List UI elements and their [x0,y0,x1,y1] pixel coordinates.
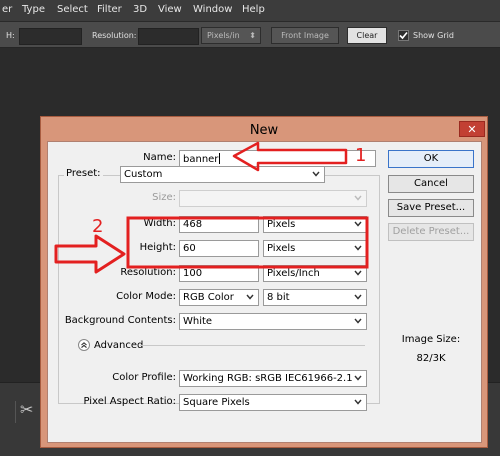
front-image-button[interactable]: Front Image [271,27,339,44]
preset-label: Preset: [64,168,103,179]
step-2-label: 2 [92,216,104,237]
color-profile-value: Working RGB: sRGB IEC61966-2.1 [183,373,353,384]
show-grid-label: Show Grid [413,31,454,40]
chevron-down-icon [354,245,362,251]
menu-window[interactable]: Window [193,4,232,15]
menu-view[interactable]: View [158,4,182,15]
name-label: Name: [143,152,176,163]
options-bar: H: Resolution: Pixels/in ⬍ Front Image C… [0,21,500,48]
resolution-label: Resolution: [120,267,176,278]
chevron-down-icon [354,270,362,276]
color-mode-select[interactable]: RGB Color [179,289,259,306]
menu-type[interactable]: Type [22,4,45,15]
color-mode-value: RGB Color [183,292,234,303]
delete-preset-button[interactable]: Delete Preset... [388,223,474,241]
bit-depth-select[interactable]: 8 bit [263,289,367,306]
color-profile-select[interactable]: Working RGB: sRGB IEC61966-2.1 [179,370,367,387]
image-size-label: Image Size: [401,334,461,345]
color-mode-label: Color Mode: [116,291,176,302]
cancel-button[interactable]: Cancel [388,175,474,193]
text-cursor [219,153,221,164]
width-value: 468 [183,219,203,230]
show-grid-checkbox[interactable] [398,30,409,41]
chevron-down-icon [246,294,254,300]
menu-help[interactable]: Help [242,4,265,15]
chevron-down-icon [354,195,362,201]
check-icon [399,31,408,40]
bit-depth-value: 8 bit [267,292,290,303]
resolution-field[interactable] [138,28,199,45]
chevron-down-icon [354,221,362,227]
advanced-divider [140,345,365,346]
background-contents-select[interactable]: White [179,313,367,330]
width-unit-select[interactable]: Pixels [263,216,367,233]
step-1-label: 1 [355,145,367,166]
menu-layer[interactable]: er [2,4,12,15]
advanced-label: Advanced [94,340,144,351]
background-contents-label: Background Contents: [64,315,176,326]
chevron-down-icon: ⬍ [249,31,256,40]
height-label: Height: [139,242,176,253]
menu-filter[interactable]: Filter [97,4,122,15]
chevron-down-icon [354,318,362,324]
chevron-up-icon [81,342,87,349]
width-unit-value: Pixels [267,219,296,230]
chevron-down-icon [312,171,320,177]
resolution-unit-select[interactable]: Pixels/Inch [263,265,367,282]
name-value: banner [183,154,219,165]
height-unit-select[interactable]: Pixels [263,240,367,257]
new-document-dialog: New ✕ Name: banner Preset: Custom Size: … [40,116,488,448]
height-field[interactable] [19,28,82,45]
width-input[interactable]: 468 [179,216,259,233]
height-value: 60 [183,243,196,254]
name-input[interactable]: banner [179,150,376,167]
divider [15,401,16,423]
scissors-icon[interactable]: ✂ [20,400,33,419]
height-input[interactable]: 60 [179,240,259,257]
resolution-input[interactable]: 100 [179,265,259,282]
resolution-value: 100 [183,268,203,279]
preset-value: Custom [124,169,163,180]
dialog-title: New [249,123,279,138]
advanced-toggle[interactable] [78,339,90,351]
chevron-down-icon [354,294,362,300]
resolution-label: Resolution: [92,31,137,40]
chevron-down-icon [354,399,362,405]
dialog-body: Name: banner Preset: Custom Size: Width:… [47,141,482,443]
width-label: Width: [143,218,176,229]
save-preset-button[interactable]: Save Preset... [388,199,474,217]
resolution-unit-value: Pixels/Inch [267,268,320,279]
size-select[interactable] [179,190,367,207]
pixel-aspect-ratio-value: Square Pixels [183,397,250,408]
units-value: Pixels/in [207,31,240,40]
clear-button[interactable]: Clear [347,27,387,44]
chevron-down-icon [354,375,362,381]
close-button[interactable]: ✕ [459,121,485,137]
image-size-value: 82/3K [416,353,446,364]
height-unit-value: Pixels [267,243,296,254]
menu-3d[interactable]: 3D [133,4,147,15]
preset-select[interactable]: Custom [120,166,325,183]
menu-select[interactable]: Select [57,4,88,15]
size-label: Size: [152,192,176,203]
height-label: H: [6,31,15,40]
color-profile-label: Color Profile: [112,372,176,383]
pixel-aspect-ratio-select[interactable]: Square Pixels [179,394,367,411]
pixel-aspect-ratio-label: Pixel Aspect Ratio: [83,396,177,407]
close-icon: ✕ [467,123,477,136]
ok-button[interactable]: OK [388,150,474,168]
background-contents-value: White [183,316,213,327]
menu-bar: er Type Select Filter 3D View Window Hel… [0,0,500,21]
units-select[interactable]: Pixels/in ⬍ [201,27,261,44]
